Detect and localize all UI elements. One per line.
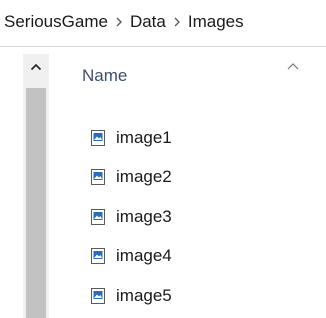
list-item[interactable]: image1	[90, 118, 172, 158]
image-file-icon	[90, 287, 106, 305]
list-item[interactable]: image5	[90, 276, 172, 316]
breadcrumb-item-images[interactable]: Images	[188, 12, 244, 32]
breadcrumb: SeriousGame Data Images	[0, 0, 326, 44]
list-item[interactable]: image4	[90, 237, 172, 277]
breadcrumb-item-seriousgame[interactable]: SeriousGame	[4, 12, 108, 32]
list-item[interactable]: image2	[90, 158, 172, 198]
image-file-icon	[90, 168, 106, 186]
file-name: image2	[116, 167, 172, 187]
image-file-icon	[90, 129, 106, 147]
file-name: image3	[116, 206, 172, 226]
column-header-name[interactable]: Name	[82, 66, 127, 86]
scroll-thumb[interactable]	[26, 88, 46, 318]
image-file-icon	[90, 247, 106, 265]
header-divider	[0, 46, 326, 47]
scroll-up-button[interactable]	[23, 54, 49, 80]
file-list: image1 image2 image3 image4 image5	[90, 118, 172, 316]
chevron-right-icon[interactable]	[166, 0, 188, 44]
image-file-icon	[90, 208, 106, 226]
list-item[interactable]: image3	[90, 197, 172, 237]
chevron-right-icon[interactable]	[108, 0, 130, 44]
vertical-scrollbar[interactable]	[23, 54, 49, 318]
sort-ascending-icon[interactable]	[286, 58, 300, 70]
file-name: image4	[116, 246, 172, 266]
chevron-up-icon	[30, 63, 42, 71]
file-name: image1	[116, 127, 172, 147]
file-name: image5	[116, 285, 172, 305]
file-explorer-view: SeriousGame Data Images Name image1 imag…	[0, 0, 326, 318]
breadcrumb-item-data[interactable]: Data	[130, 12, 166, 32]
